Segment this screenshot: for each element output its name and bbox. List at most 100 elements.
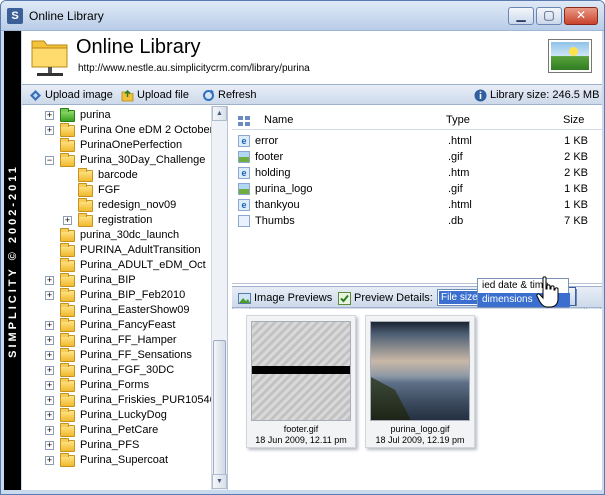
preview-date: 18 Jun 2009, 12.11 pm	[255, 435, 347, 445]
file-type: .htm	[448, 167, 470, 179]
tree-item[interactable]: + Purina_LuckyDog	[22, 408, 211, 423]
minimize-button[interactable]: ▁	[508, 7, 534, 25]
tree-item-label: Purina_BIP	[80, 274, 136, 286]
tree-item-label: Purina_LuckyDog	[80, 409, 167, 421]
tree-item[interactable]: Purina_ADULT_eDM_Oct	[22, 258, 211, 273]
tree-item[interactable]: redesign_nov09	[22, 198, 211, 213]
collapse-icon[interactable]: −	[45, 156, 54, 165]
file-row[interactable]: e error .html 1 KB	[232, 133, 602, 149]
preview-details-toggle[interactable]: Preview Details:	[338, 291, 433, 306]
expand-icon[interactable]: +	[45, 321, 54, 330]
expand-icon[interactable]: +	[45, 456, 54, 465]
tree-scroll-thumb[interactable]	[213, 340, 226, 480]
column-type[interactable]: Type	[446, 114, 470, 126]
folder-icon	[60, 333, 75, 347]
tree-item-label: FGF	[98, 184, 120, 196]
tree-item[interactable]: barcode	[22, 168, 211, 183]
file-row[interactable]: Thumbs .db 7 KB	[232, 213, 602, 229]
file-row[interactable]: e holding .htm 2 KB	[232, 165, 602, 181]
tree-item[interactable]: + Purina_FGF_30DC	[22, 363, 211, 378]
file-row[interactable]: footer .gif 2 KB	[232, 149, 602, 165]
tree-item-label: redesign_nov09	[98, 199, 177, 211]
folder-icon	[60, 453, 75, 467]
preview-card[interactable]: footer.gif 18 Jun 2009, 12.11 pm	[246, 315, 356, 448]
tree-item-label: Purina_ADULT_eDM_Oct	[80, 259, 206, 271]
tree-item[interactable]: + Purina One eDM 2 October 2	[22, 123, 222, 138]
tree-item[interactable]: + Purina_FF_Hamper	[22, 333, 211, 348]
tree-item-label: purina_30dc_launch	[80, 229, 180, 241]
file-size: 1 KB	[564, 135, 588, 147]
preview-date: 18 Jul 2009, 12.19 pm	[375, 435, 465, 445]
tree-item[interactable]: FGF	[22, 183, 211, 198]
app-icon: S	[7, 8, 23, 24]
tree-item[interactable]: purina_30dc_launch	[22, 228, 211, 243]
file-list: Name Type Size e error .html 1 KB footer .gif…	[232, 106, 602, 312]
library-url: http://www.nestle.au.simplicitycrm.com/l…	[78, 63, 310, 74]
expand-icon[interactable]: +	[45, 351, 54, 360]
tree-item[interactable]: PURINA_AdultTransition	[22, 243, 211, 258]
expand-icon[interactable]: +	[45, 396, 54, 405]
tree-item[interactable]: + Purina_FancyFeast	[22, 318, 211, 333]
preview-details-label: Preview Details:	[354, 292, 433, 304]
view-options-icon[interactable]	[237, 115, 251, 127]
expand-icon[interactable]: +	[45, 366, 54, 375]
column-size[interactable]: Size	[563, 114, 584, 126]
expand-icon[interactable]: +	[45, 336, 54, 345]
upload-file-button[interactable]: Upload file	[121, 88, 189, 103]
refresh-button[interactable]: Refresh	[202, 88, 257, 103]
ie-doc-icon: e	[238, 135, 250, 147]
maximize-button[interactable]: ▢	[536, 7, 562, 25]
image-previews-toggle[interactable]: Image Previews	[238, 291, 332, 306]
file-row[interactable]: e thankyou .html 1 KB	[232, 197, 602, 213]
expand-icon[interactable]: +	[45, 111, 54, 120]
tree-vertical-scrollbar[interactable]: ▲ ▼	[211, 106, 227, 490]
tree-item[interactable]: + Purina_PetCare	[22, 423, 211, 438]
upload-image-button[interactable]: Upload image	[29, 88, 113, 103]
ie-doc-icon: e	[238, 167, 250, 179]
expand-icon[interactable]: +	[45, 126, 54, 135]
preview-card[interactable]: purina_logo.gif 18 Jul 2009, 12.19 pm	[365, 315, 475, 448]
folder-icon	[60, 363, 75, 377]
expand-icon[interactable]: +	[45, 381, 54, 390]
tree-item[interactable]: + purina	[22, 108, 211, 123]
tree-item-label: barcode	[98, 169, 138, 181]
image-previews-label: Image Previews	[254, 292, 333, 304]
file-size: 1 KB	[564, 199, 588, 211]
tree-item[interactable]: + Purina_Friskies_PUR10546_	[22, 393, 222, 408]
file-size: 2 KB	[564, 151, 588, 163]
title-bar[interactable]: S Online Library ▁ ▢ ✕	[1, 1, 604, 31]
tree-item-label: Purina_FF_Hamper	[80, 334, 177, 346]
folder-icon	[78, 213, 93, 227]
expand-icon[interactable]: +	[45, 411, 54, 420]
expand-icon[interactable]: +	[63, 216, 72, 225]
expand-icon[interactable]: +	[45, 441, 54, 450]
tree-item[interactable]: + Purina_Supercoat	[22, 453, 211, 468]
tree-item-label: Purina One eDM 2 October 2	[80, 124, 223, 136]
tree-item[interactable]: + registration	[22, 213, 211, 228]
tree-item-label: PurinaOnePerfection	[80, 139, 183, 151]
close-button[interactable]: ✕	[564, 7, 598, 25]
expand-icon[interactable]: +	[45, 276, 54, 285]
file-row[interactable]: purina_logo .gif 1 KB	[232, 181, 602, 197]
scroll-up-button[interactable]: ▲	[212, 106, 227, 121]
expand-icon[interactable]: +	[45, 291, 54, 300]
folder-tree: + purina + Purina One eDM 2 October 2 Purina…	[22, 106, 228, 490]
scroll-down-button[interactable]: ▼	[212, 474, 227, 489]
tree-item[interactable]: + Purina_PFS	[22, 438, 211, 453]
tree-item-label: purina	[80, 109, 111, 121]
column-name[interactable]: Name	[264, 114, 293, 126]
expand-icon[interactable]: +	[45, 426, 54, 435]
file-name: footer	[255, 151, 284, 163]
image-previews: footer.gif 18 Jun 2009, 12.11 pm purina_…	[232, 309, 602, 490]
folder-icon	[60, 303, 75, 317]
tree-item[interactable]: + Purina_Forms	[22, 378, 211, 393]
tree-item[interactable]: Purina_EasterShow09	[22, 303, 211, 318]
purina-logo-thumbnail	[370, 321, 470, 421]
tree-item[interactable]: + Purina_BIP_Feb2010	[22, 288, 211, 303]
tree-item[interactable]: − Purina_30Day_Challenge	[22, 153, 211, 168]
folder-icon	[60, 348, 75, 362]
tree-item[interactable]: PurinaOnePerfection	[22, 138, 211, 153]
main-content: Online Library http://www.nestle.au.simp…	[22, 31, 602, 490]
tree-item[interactable]: + Purina_BIP	[22, 273, 211, 288]
tree-item[interactable]: + Purina_FF_Sensations	[22, 348, 211, 363]
